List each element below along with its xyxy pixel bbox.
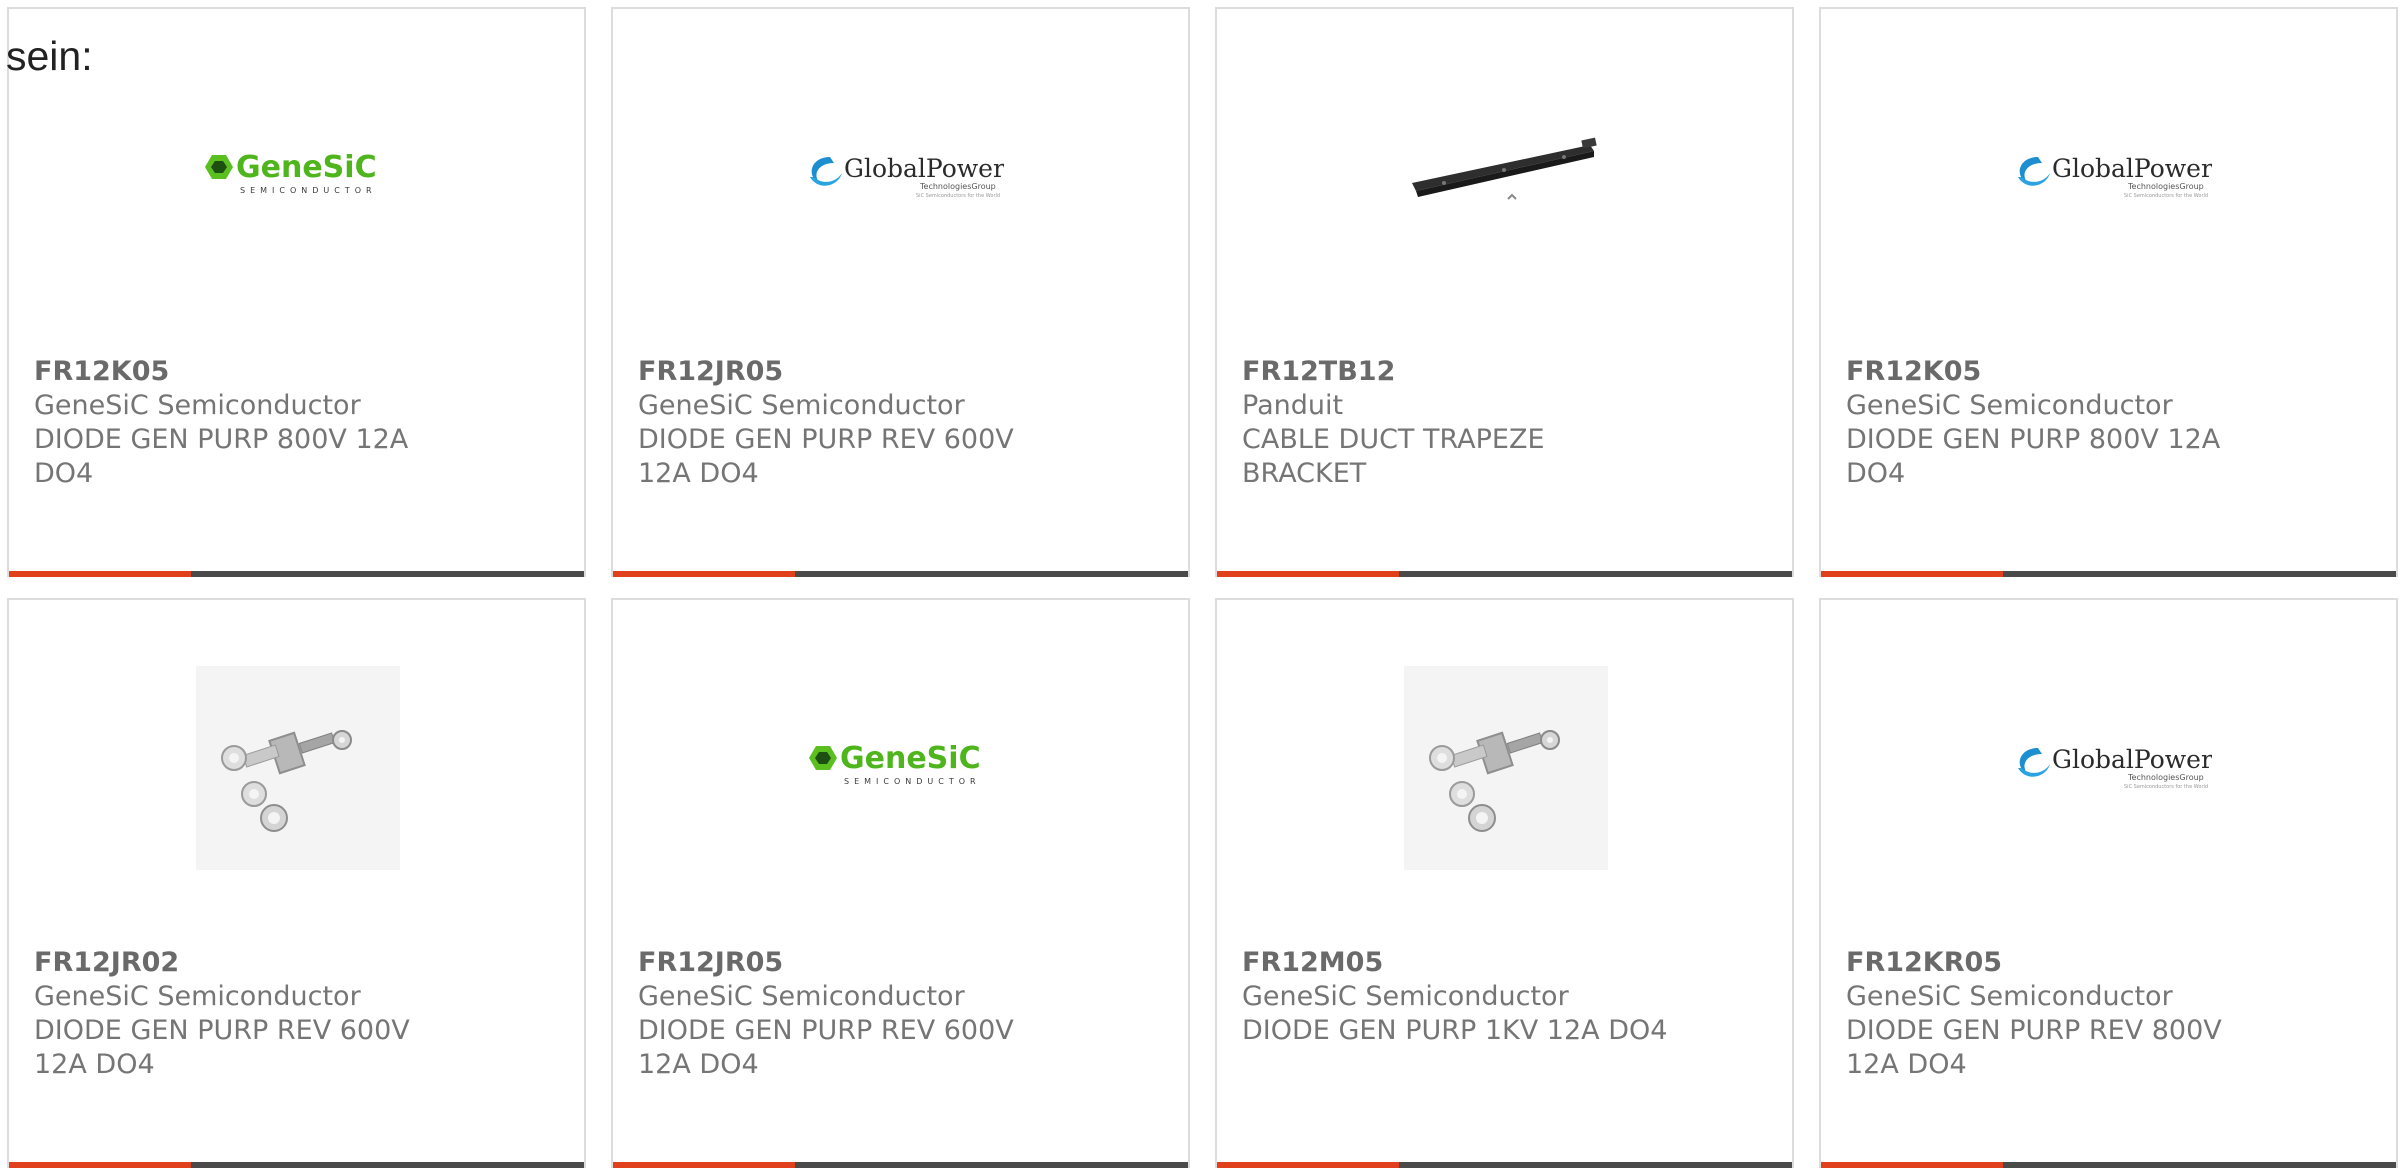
description: DIODE GEN PURP REV 600V 12A DO4 [638,1015,1014,1080]
genesic-logo-image[interactable]: GeneSiC SEMICONDUCTOR [196,75,400,279]
part-number[interactable]: FR12JR05 [638,355,1068,389]
globalpower-logo: GlobalPowerTechnologiesGroup SiC Semicond… [2018,154,2212,199]
description: DIODE GEN PURP REV 600V 12A DO4 [34,1015,410,1080]
bracket-photo-image[interactable] [1404,75,1608,279]
card-bar [613,571,1188,577]
product-card[interactable]: GeneSiC SEMICONDUCTOR FR12K05 GeneSiC Sem… [7,7,586,577]
product-card[interactable]: FR12M05 GeneSiC Semiconductor DIODE GEN … [1215,598,1794,1168]
description: DIODE GEN PURP 1KV 12A DO4 [1242,1015,1668,1046]
card-bar-accent [1821,1162,2003,1168]
card-bar-accent [1217,571,1399,577]
part-number[interactable]: FR12KR05 [1846,946,2276,980]
product-card[interactable]: GlobalPower TechnologiesGroup SiC Semicond… [611,7,1190,577]
card-bar [1217,1162,1792,1168]
svg-text:SiC Semiconductors for the Wor: SiC Semiconductors for the World [2124,193,2208,199]
product-card[interactable]: GeneSiC SEMICONDUCTOR FR12JR05 GeneSiC Se… [611,598,1190,1168]
product-card[interactable]: GlobalPower TechnologiesGroup SiC Semicond… [1819,598,2398,1168]
manufacturer: GeneSiC Semiconductor [34,390,361,421]
svg-text:SiC Semiconductors for the Wor: SiC Semiconductors for the World [2124,784,2208,790]
genesic-logo: GeneSiCSEMICONDUCTOR [205,150,377,195]
intro-text: sein: [6,33,93,79]
globalpower-logo-image[interactable]: GlobalPower TechnologiesGroup SiC Semicond… [800,75,1004,279]
part-number[interactable]: FR12JR02 [34,946,464,980]
manufacturer: GeneSiC Semiconductor [638,390,965,421]
card-bar [1217,571,1792,577]
genesic-logo-image[interactable]: GeneSiC SEMICONDUCTOR [800,666,1004,870]
svg-text:GlobalPower: GlobalPower [844,154,1004,183]
card-bar-accent [9,571,191,577]
product-card[interactable]: FR12JR02 GeneSiC Semiconductor DIODE GEN… [7,598,586,1168]
manufacturer: GeneSiC Semiconductor [34,981,361,1012]
stud-diode-photo [196,666,400,870]
svg-text:TechnologiesGroup: TechnologiesGroup [2127,773,2204,782]
card-bar [1821,571,2396,577]
globalpower-logo: GlobalPowerTechnologiesGroup SiC Semicond… [2018,745,2212,790]
description: DIODE GEN PURP 800V 12A DO4 [34,424,409,489]
part-number[interactable]: FR12K05 [1846,355,2276,389]
manufacturer: Panduit [1242,390,1344,421]
part-number[interactable]: FR12M05 [1242,946,1672,980]
card-bar [9,571,584,577]
svg-text:TechnologiesGroup: TechnologiesGroup [919,182,996,191]
card-bar [9,1162,584,1168]
part-number[interactable]: FR12TB12 [1242,355,1672,389]
svg-text:GeneSiC: GeneSiC [236,150,377,185]
card-bar-accent [1821,571,2003,577]
card-bar-accent [613,571,795,577]
stud-diode-photo [1404,666,1608,870]
svg-text:GeneSiC: GeneSiC [840,741,981,776]
stud-diode-photo-image[interactable] [1404,666,1608,870]
part-number[interactable]: FR12K05 [34,355,464,389]
svg-text:TechnologiesGroup: TechnologiesGroup [2127,182,2204,191]
manufacturer: GeneSiC Semiconductor [1242,981,1569,1012]
svg-text:SEMICONDUCTOR: SEMICONDUCTOR [844,777,981,786]
product-card[interactable]: FR12TB12 Panduit CABLE DUCT TRAPEZE BRAC… [1215,7,1794,577]
description: DIODE GEN PURP REV 600V 12A DO4 [638,424,1014,489]
globalpower-logo: GlobalPowerTechnologiesGroup SiC Semicond… [810,154,1004,199]
product-grid: GeneSiC SEMICONDUCTOR FR12K05 GeneSiC Sem… [0,0,2400,1168]
card-bar [1821,1162,2396,1168]
manufacturer: GeneSiC Semiconductor [1846,390,2173,421]
bracket-photo [1412,137,1597,200]
card-bar-accent [613,1162,795,1168]
part-number[interactable]: FR12JR05 [638,946,1068,980]
manufacturer: GeneSiC Semiconductor [638,981,965,1012]
description: DIODE GEN PURP REV 800V 12A DO4 [1846,1015,2222,1080]
card-bar [613,1162,1188,1168]
svg-text:GlobalPower: GlobalPower [2052,745,2212,774]
product-card[interactable]: GlobalPower TechnologiesGroup SiC Semicond… [1819,7,2398,577]
globalpower-logo-image[interactable]: GlobalPower TechnologiesGroup SiC Semicond… [2008,75,2212,279]
manufacturer: GeneSiC Semiconductor [1846,981,2173,1012]
description: CABLE DUCT TRAPEZE BRACKET [1242,424,1545,489]
svg-text:SiC Semiconductors for the Wor: SiC Semiconductors for the World [916,193,1000,199]
svg-text:GlobalPower: GlobalPower [2052,154,2212,183]
card-bar-accent [9,1162,191,1168]
description: DIODE GEN PURP 800V 12A DO4 [1846,424,2221,489]
genesic-logo: GeneSiCSEMICONDUCTOR [809,741,981,786]
globalpower-logo-image[interactable]: GlobalPower TechnologiesGroup SiC Semicond… [2008,666,2212,870]
card-bar-accent [1217,1162,1399,1168]
svg-text:SEMICONDUCTOR: SEMICONDUCTOR [240,186,377,195]
stud-diode-photo-image[interactable] [196,666,400,870]
